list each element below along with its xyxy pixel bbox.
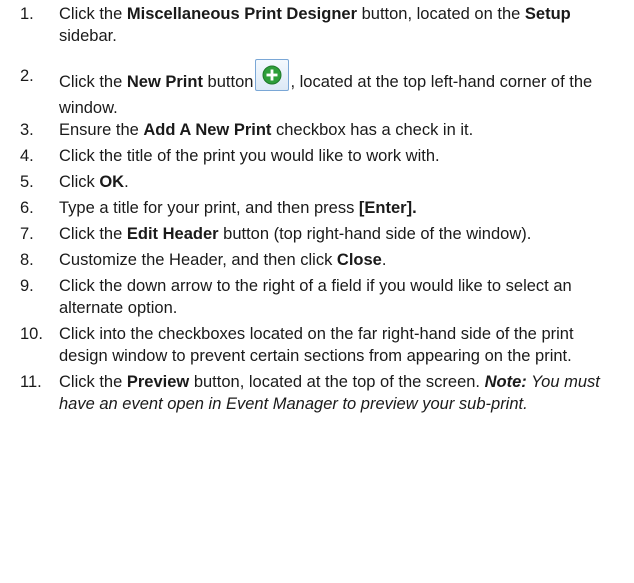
step-text: Click the	[59, 5, 127, 23]
step-bold-text: Close	[336, 251, 382, 269]
step-6: 6. Type a title for your print, and then…	[0, 197, 634, 219]
step-number: 6.	[20, 199, 34, 217]
step-3: 3. Ensure the Add A New Print checkbox h…	[0, 119, 634, 141]
step-number: 11.	[20, 373, 42, 391]
step-text: Click the	[59, 225, 127, 243]
step-bold-text: [Enter].	[358, 199, 417, 217]
step-number: 9.	[20, 277, 34, 295]
step-8: 8. Customize the Header, and then click …	[0, 249, 634, 271]
step-bold-text: Preview	[126, 373, 190, 391]
step-number: 1.	[20, 5, 34, 23]
step-text: .	[381, 251, 387, 269]
step-number: 2.	[20, 67, 34, 85]
step-5: 5. Click OK.	[0, 171, 634, 193]
step-text: Click the title of the print you would l…	[59, 147, 440, 165]
step-text: checkbox has a check in it.	[271, 121, 474, 139]
step-text: button (top right-hand side of the windo…	[218, 225, 532, 243]
step-10: 10. Click into the checkboxes located on…	[0, 323, 634, 367]
step-number: 8.	[20, 251, 34, 269]
step-number: 3.	[20, 121, 34, 139]
step-4: 4. Click the title of the print you woul…	[0, 145, 634, 167]
step-text: button, located on the	[357, 5, 525, 23]
step-text: Click	[59, 173, 100, 191]
step-bold-text: Edit Header	[126, 225, 219, 243]
step-9: 9. Click the down arrow to the right of …	[0, 275, 634, 319]
step-text: Click the	[59, 373, 127, 391]
note-label: Note:	[484, 373, 527, 391]
step-text: Type a title for your print, and then pr…	[59, 199, 359, 217]
step-text: Click into the checkboxes located on the…	[59, 325, 574, 365]
step-text: Ensure the	[59, 121, 144, 139]
step-11: 11. Click the Preview button, located at…	[0, 371, 634, 415]
instruction-list: 1. Click the Miscellaneous Print Designe…	[0, 0, 634, 415]
add-circle-icon	[262, 65, 282, 85]
step-bold-text: Setup	[524, 5, 571, 23]
step-number: 5.	[20, 173, 34, 191]
step-bold-text: OK	[99, 173, 125, 191]
step-bold-text: Miscellaneous Print Designer	[126, 5, 358, 23]
step-text: Click the down arrow to the right of a f…	[59, 277, 572, 317]
step-bold-text: Add A New Print	[143, 121, 272, 139]
step-text: Customize the Header, and then click	[59, 251, 337, 269]
step-7: 7. Click the Edit Header button (top rig…	[0, 223, 634, 245]
step-number: 4.	[20, 147, 34, 165]
new-print-button	[255, 59, 290, 91]
step-2: 2. Click the New Print button, located a…	[0, 59, 634, 119]
step-text: button	[202, 73, 254, 91]
step-text: sidebar.	[59, 27, 117, 45]
step-text: .	[124, 173, 129, 191]
step-number: 7.	[20, 225, 34, 243]
step-1: 1. Click the Miscellaneous Print Designe…	[0, 3, 634, 47]
step-bold-text: New Print	[126, 73, 203, 91]
step-number: 10.	[20, 325, 43, 343]
step-text: button, located at the top of the screen…	[189, 373, 481, 391]
step-text: Click the	[59, 73, 127, 91]
